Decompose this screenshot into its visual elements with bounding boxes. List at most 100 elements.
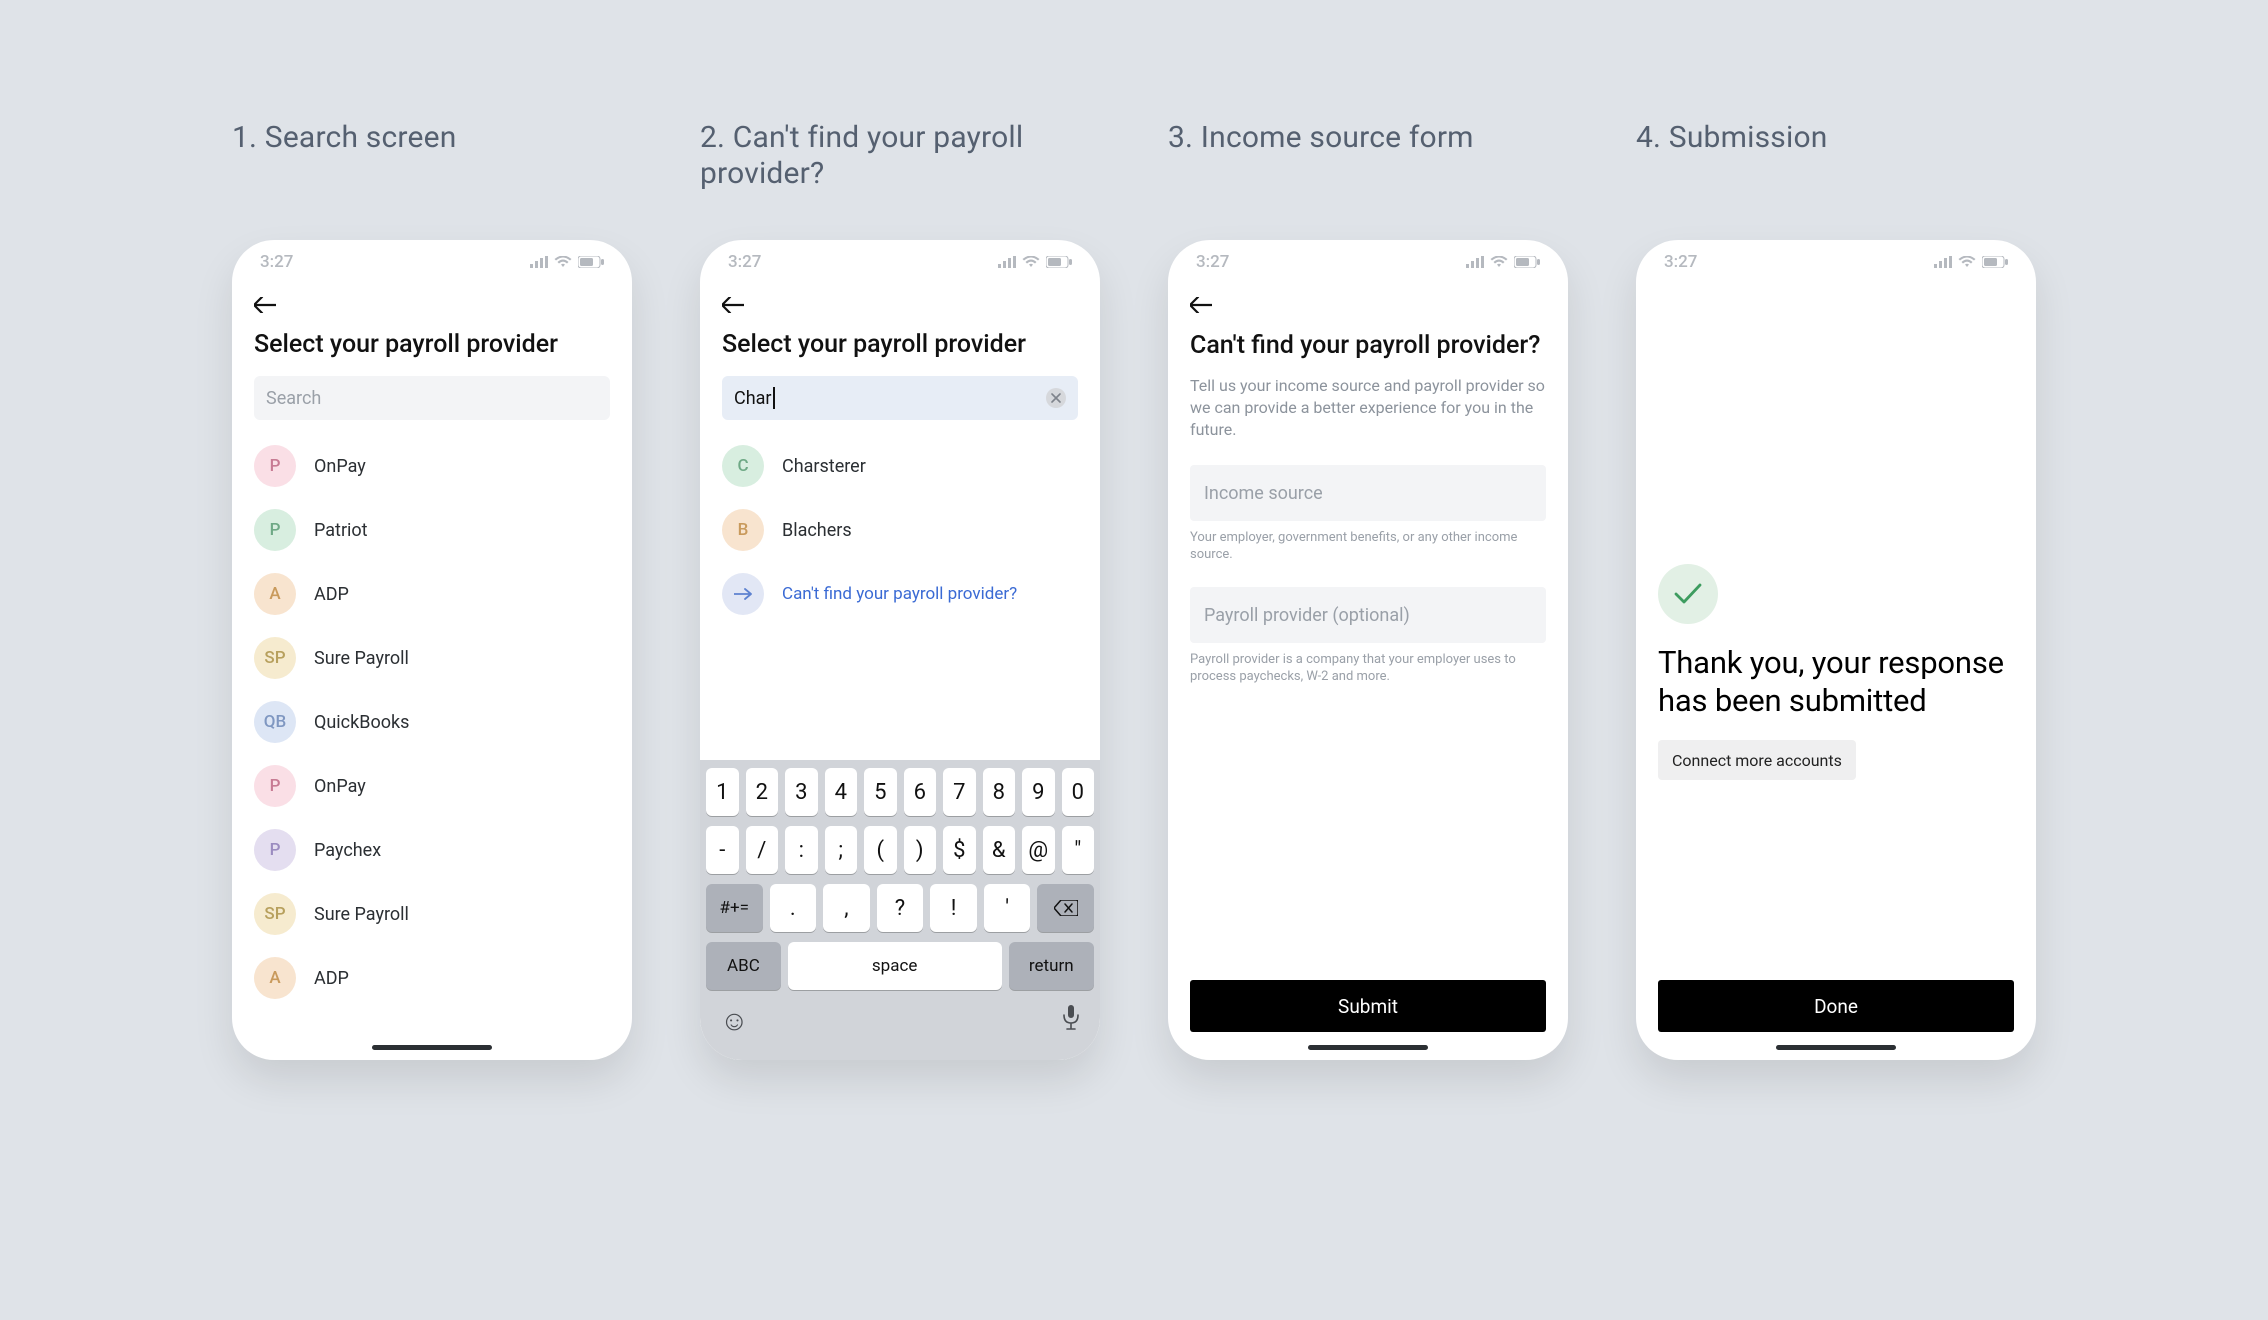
key[interactable]: $ [943,826,976,874]
provider-list-item[interactable]: SP Sure Payroll [254,882,610,946]
key[interactable]: ' [984,884,1031,932]
provider-list-item[interactable]: P Paychex [254,818,610,882]
provider-label: Paychex [314,840,381,861]
provider-badge: A [254,573,296,615]
back-arrow-icon[interactable] [1190,297,1212,313]
home-indicator[interactable] [1308,1045,1428,1050]
provider-label: OnPay [314,776,366,797]
mic-icon[interactable] [1062,1004,1080,1037]
key[interactable]: @ [1022,826,1055,874]
signal-icon [1934,256,1952,268]
key[interactable]: 3 [785,768,818,816]
key[interactable]: 6 [904,768,937,816]
key[interactable]: ? [877,884,924,932]
key[interactable]: 1 [706,768,739,816]
cant-find-label: Can't find your payroll provider? [782,584,1017,604]
key[interactable]: & [983,826,1016,874]
cant-find-link[interactable]: Can't find your payroll provider? [722,562,1078,626]
search-input[interactable]: Search [254,376,610,420]
battery-icon [578,256,604,268]
income-helper: Your employer, government benefits, or a… [1190,529,1546,563]
provider-badge: P [254,445,296,487]
key-return[interactable]: return [1009,942,1094,990]
key-space[interactable]: space [788,942,1002,990]
provider-list-item[interactable]: B Blachers [722,498,1078,562]
key-backspace[interactable] [1037,884,1094,932]
provider-helper: Payroll provider is a company that your … [1190,651,1546,685]
provider-list-item[interactable]: SPSure Payroll [254,626,610,690]
income-source-field[interactable]: Income source [1190,465,1546,521]
provider-list-item[interactable]: CCharsterer [722,434,1078,498]
provider-list-item[interactable]: P OnPay [254,754,610,818]
key[interactable]: : [785,826,818,874]
key[interactable]: . [770,884,817,932]
provider-label: ADP [314,968,349,989]
column-title-3: 3. Income source form [1168,120,1474,210]
provider-list-item[interactable]: QB QuickBooks [254,690,610,754]
key[interactable]: 7 [943,768,976,816]
provider-label: Sure Payroll [314,648,409,669]
key[interactable]: ( [864,826,897,874]
search-input[interactable]: Char [722,376,1078,420]
key[interactable]: 9 [1022,768,1055,816]
home-indicator[interactable] [1776,1045,1896,1050]
home-indicator[interactable] [372,1045,492,1050]
back-arrow-icon[interactable] [722,297,744,313]
key[interactable]: ; [825,826,858,874]
wifi-icon [1958,256,1976,268]
emoji-icon[interactable]: ☺ [720,1004,749,1037]
key[interactable]: " [1062,826,1095,874]
provider-badge: P [254,765,296,807]
phone-income-form: 3:27 Can't find your payroll provider? T… [1168,240,1568,1060]
provider-list-item[interactable]: PPatriot [254,498,610,562]
status-icons [530,256,604,268]
provider-label: Sure Payroll [314,904,409,925]
statusbar: 3:27 [1168,240,1568,284]
key-abc[interactable]: ABC [706,942,781,990]
status-time: 3:27 [1664,252,1697,272]
key-symbols[interactable]: #+= [706,884,763,932]
key[interactable]: 8 [983,768,1016,816]
key[interactable]: ! [930,884,977,932]
provider-label: QuickBooks [314,712,409,733]
provider-list-item[interactable]: POnPay [254,434,610,498]
statusbar: 3:27 [1636,240,2036,284]
provider-badge: SP [254,893,296,935]
phone-cant-find: 3:27 Select your payroll provider Char [700,240,1100,1060]
payroll-provider-field[interactable]: Payroll provider (optional) [1190,587,1546,643]
search-placeholder: Search [266,388,598,409]
key[interactable]: 4 [825,768,858,816]
page-subtitle: Tell us your income source and payroll p… [1190,375,1546,441]
key[interactable]: 2 [746,768,779,816]
clear-icon[interactable] [1046,388,1066,408]
phone-search-screen: 3:27 Select your payroll provider Search… [232,240,632,1060]
provider-placeholder: Payroll provider (optional) [1204,605,1410,626]
provider-label: Blachers [782,520,852,541]
provider-badge: C [722,445,764,487]
submit-button[interactable]: Submit [1190,980,1546,1032]
key[interactable]: , [823,884,870,932]
back-arrow-icon[interactable] [254,297,276,313]
wifi-icon [1022,256,1040,268]
status-time: 3:27 [260,252,293,272]
signal-icon [530,256,548,268]
income-placeholder: Income source [1204,483,1323,504]
wifi-icon [1490,256,1508,268]
page-title: Can't find your payroll provider? [1190,330,1546,361]
provider-badge: QB [254,701,296,743]
provider-list-item[interactable]: AADP [254,946,610,1010]
provider-badge: B [722,509,764,551]
search-value: Char [734,388,772,409]
key[interactable]: / [746,826,779,874]
provider-list-item[interactable]: AADP [254,562,610,626]
key[interactable]: - [706,826,739,874]
provider-badge: P [254,829,296,871]
provider-badge: P [254,509,296,551]
done-button[interactable]: Done [1658,980,2014,1032]
key[interactable]: 0 [1062,768,1095,816]
key[interactable]: 5 [864,768,897,816]
connect-more-button[interactable]: Connect more accounts [1658,740,1856,780]
column-title-4: 4. Submission [1636,120,1828,210]
key[interactable]: ) [904,826,937,874]
phone-submission: 3:27 Thank you, your response has been s… [1636,240,2036,1060]
